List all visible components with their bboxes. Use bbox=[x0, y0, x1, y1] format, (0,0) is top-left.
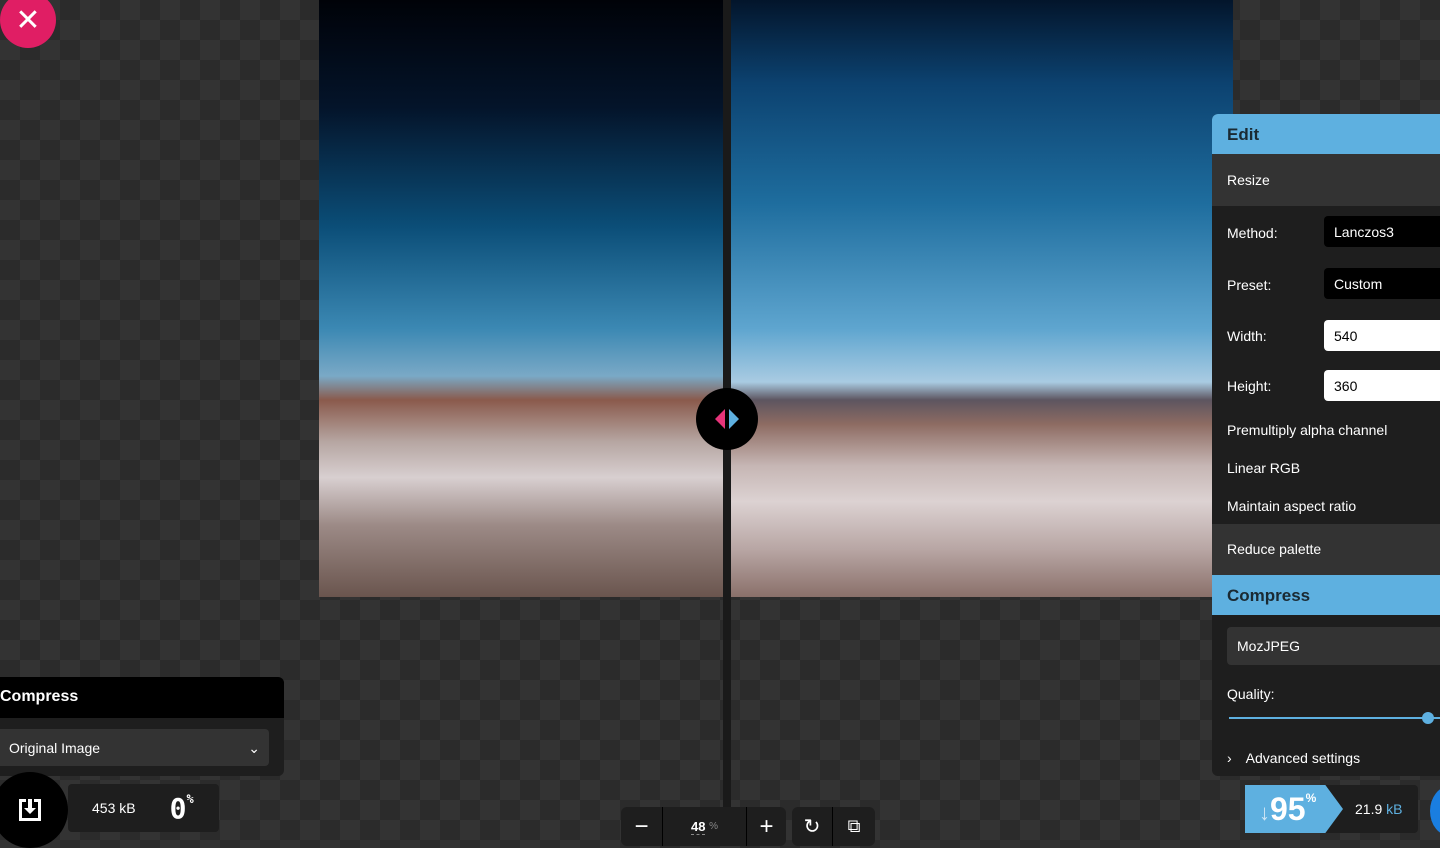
compress-options: MozJPEG Quality: › Advanced settings bbox=[1212, 615, 1440, 776]
crop-icon: ⧉ bbox=[847, 816, 861, 836]
preset-label: Preset: bbox=[1227, 277, 1272, 293]
edit-header: Edit bbox=[1212, 114, 1440, 154]
arrow-left-icon bbox=[715, 409, 725, 429]
left-options-panel: Compress Original Image ⌄ bbox=[0, 677, 284, 776]
left-panel-title: Compress bbox=[0, 677, 284, 718]
download-icon bbox=[19, 799, 41, 821]
right-stats: ↓95% 21.9 kB bbox=[1245, 785, 1418, 833]
resize-toggle[interactable]: Resize bbox=[1212, 154, 1440, 206]
compressed-image-preview bbox=[727, 0, 1233, 597]
height-input[interactable]: 360 bbox=[1324, 370, 1440, 401]
preset-select[interactable]: Custom bbox=[1324, 268, 1440, 299]
codec-select[interactable]: MozJPEG bbox=[1227, 627, 1440, 665]
close-icon: ✕ bbox=[15, 3, 41, 37]
width-input[interactable]: 540 bbox=[1324, 320, 1440, 351]
resize-options: Method: Lanczos3 Preset: Custom Width: 5… bbox=[1212, 206, 1440, 524]
left-codec-select[interactable]: Original Image ⌄ bbox=[0, 729, 269, 766]
method-label: Method: bbox=[1227, 225, 1278, 241]
chevron-down-icon: ⌄ bbox=[248, 740, 260, 756]
advanced-label: Advanced settings bbox=[1245, 750, 1361, 766]
split-handle[interactable] bbox=[696, 388, 758, 450]
download-right-button[interactable] bbox=[1430, 786, 1440, 836]
background-toggle-button[interactable]: ⧉ bbox=[833, 807, 875, 846]
width-label: Width: bbox=[1227, 328, 1267, 344]
download-left-button[interactable] bbox=[0, 772, 68, 848]
premultiply-toggle[interactable]: Premultiply alpha channel bbox=[1227, 422, 1387, 438]
zoom-controls: − 48 % + bbox=[621, 807, 786, 846]
advanced-settings-toggle[interactable]: › Advanced settings bbox=[1227, 750, 1360, 766]
reduce-palette-toggle[interactable]: Reduce palette bbox=[1212, 524, 1440, 575]
arrow-right-icon bbox=[729, 409, 739, 429]
view-tools: ↻ ⧉ bbox=[792, 807, 875, 846]
height-label: Height: bbox=[1227, 378, 1272, 394]
close-button[interactable]: ✕ bbox=[0, 0, 56, 48]
quality-slider[interactable] bbox=[1229, 717, 1440, 719]
right-options-panel: Edit Resize Method: Lanczos3 Preset: Cus… bbox=[1212, 114, 1440, 776]
quality-label: Quality: bbox=[1227, 686, 1275, 702]
right-size: 21.9 kB bbox=[1355, 801, 1403, 817]
quality-slider-thumb[interactable] bbox=[1422, 712, 1434, 724]
left-stats: 453 kB 0% bbox=[68, 784, 219, 832]
compress-header: Compress bbox=[1212, 575, 1440, 615]
left-percent: 0% bbox=[169, 791, 194, 825]
maintain-aspect-toggle[interactable]: Maintain aspect ratio bbox=[1227, 498, 1356, 514]
right-percent: ↓95% bbox=[1245, 785, 1343, 833]
linear-rgb-toggle[interactable]: Linear RGB bbox=[1227, 460, 1300, 476]
zoom-out-button[interactable]: − bbox=[621, 807, 663, 846]
rotate-button[interactable]: ↻ bbox=[792, 807, 833, 846]
select-value: Original Image bbox=[9, 740, 101, 756]
original-image-preview bbox=[319, 0, 727, 597]
zoom-in-button[interactable]: + bbox=[747, 807, 786, 846]
chevron-right-icon: › bbox=[1227, 750, 1232, 766]
left-size: 453 kB bbox=[92, 800, 136, 816]
rotate-icon: ↻ bbox=[803, 816, 821, 838]
method-select[interactable]: Lanczos3 bbox=[1324, 216, 1440, 247]
zoom-level-input[interactable]: 48 % bbox=[663, 807, 747, 846]
